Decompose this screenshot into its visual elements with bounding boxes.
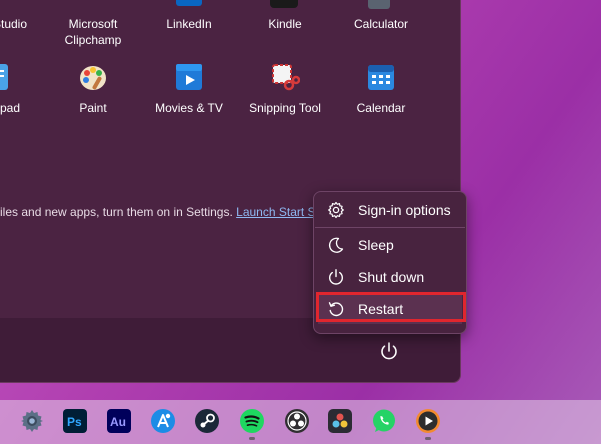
moon-icon (328, 237, 344, 253)
media-player-running-indicator (425, 437, 431, 440)
copilot-icon[interactable] (150, 408, 176, 434)
calendar-icon (366, 62, 396, 92)
sign-in-options-item[interactable]: Sign-in options (318, 195, 462, 225)
taskbar: Ps Au (0, 400, 601, 444)
davinci-resolve-icon[interactable] (327, 408, 353, 434)
app-clipchamp[interactable]: Microsoft Clipchamp (45, 16, 141, 48)
menu-separator (315, 227, 465, 228)
paint-icon (78, 62, 108, 92)
spotify-running-indicator (249, 437, 255, 440)
app-label: LinkedIn (166, 17, 212, 31)
recommended-hint-text: iles and new apps, turn them on in Setti… (0, 205, 233, 219)
restart-highlight-box (316, 292, 466, 322)
photoshop-icon[interactable]: Ps (62, 408, 88, 434)
sleep-label: Sleep (358, 237, 394, 253)
gear-icon (328, 201, 344, 219)
audition-icon[interactable]: Au (106, 408, 132, 434)
power-icon (381, 342, 397, 360)
app-label: Paint (79, 101, 107, 115)
power-icon (329, 269, 343, 285)
svg-text:Ps: Ps (67, 415, 82, 429)
app-label: Kindle (268, 17, 302, 31)
app-linkedin[interactable]: LinkedIn (141, 16, 237, 32)
sleep-item[interactable]: Sleep (318, 230, 462, 260)
app-kindle[interactable]: Kindle (237, 16, 333, 32)
steam-icon[interactable] (194, 408, 220, 434)
movies-tv-icon (174, 62, 204, 92)
app-calendar[interactable]: Calendar (333, 62, 429, 116)
app-label: Microsoft Clipchamp (64, 17, 122, 47)
notepad-icon (0, 62, 26, 92)
settings-icon[interactable] (19, 408, 45, 434)
snipping-tool-icon (270, 62, 301, 92)
sign-in-options-label: Sign-in options (358, 202, 451, 218)
app-label: Calendar (356, 101, 406, 115)
media-player-icon[interactable] (415, 408, 441, 434)
linkedin-icon (176, 0, 202, 6)
spotify-icon[interactable] (239, 408, 265, 434)
app-calculator[interactable]: Calculator (333, 16, 429, 32)
shut-down-item[interactable]: Shut down (318, 262, 462, 292)
svg-text:Au: Au (110, 415, 126, 429)
app-label: Calculator (353, 17, 409, 31)
recommended-hint: iles and new apps, turn them on in Setti… (0, 205, 316, 219)
whatsapp-icon[interactable] (371, 408, 397, 434)
power-button[interactable] (376, 338, 402, 364)
app-label: Snipping Tool (249, 101, 321, 115)
launch-start-settings-link[interactable]: Launch Start S (236, 205, 315, 219)
app-paint[interactable]: Paint (45, 62, 141, 116)
app-movies-tv[interactable]: Movies & TV (141, 62, 237, 116)
shut-down-label: Shut down (358, 269, 425, 285)
calculator-icon (368, 0, 390, 9)
obs-icon[interactable] (284, 408, 310, 434)
app-label: Movies & TV (155, 101, 223, 115)
kindle-icon (270, 0, 298, 8)
app-snipping-tool[interactable]: Snipping Tool (237, 62, 333, 116)
